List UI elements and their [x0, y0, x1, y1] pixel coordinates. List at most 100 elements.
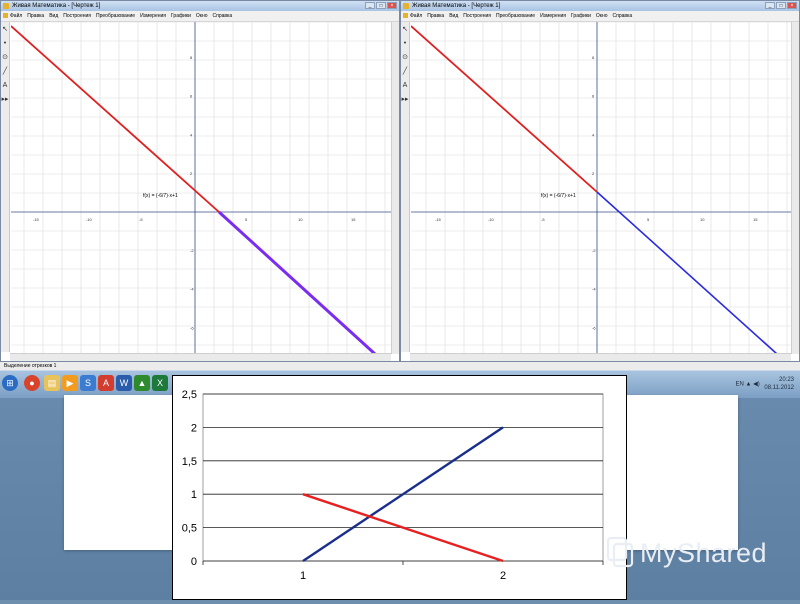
right-menu-bar: Файл Правка Вид Построения Преобразовани…	[401, 11, 799, 22]
language-indicator[interactable]: EN	[735, 382, 743, 388]
menu-file[interactable]: Файл	[410, 13, 422, 19]
menu-construct[interactable]: Построения	[463, 13, 491, 19]
menu-file[interactable]: Файл	[10, 13, 22, 19]
menu-window[interactable]: Окно	[596, 13, 608, 19]
maximize-button[interactable]: □	[376, 2, 386, 9]
compass-tool-icon[interactable]: ⊙	[401, 53, 409, 62]
right-vertical-scrollbar[interactable]	[791, 22, 799, 354]
text-tool-icon[interactable]: A	[401, 81, 409, 90]
left-menu-bar: Файл Правка Вид Построения Преобразовани…	[1, 11, 399, 22]
y-tick-label: 8	[190, 55, 193, 60]
status-bar: Выделение отрезков 1	[0, 362, 800, 370]
logo-icon	[606, 536, 634, 568]
plot-area	[202, 393, 604, 562]
y-tick-label: -4	[190, 287, 194, 292]
document-icon	[403, 13, 408, 18]
word-icon[interactable]: W	[116, 375, 132, 391]
left-app-window: Живая Математика - [Чертеж 1] _ □ × Файл…	[0, 0, 400, 362]
menu-view[interactable]: Вид	[49, 13, 58, 19]
line-chart: 0 0,5 1 1,5 2 2,5 1 2	[182, 389, 604, 582]
left-vertical-scrollbar[interactable]	[391, 22, 399, 354]
menu-window[interactable]: Окно	[196, 13, 208, 19]
x-tick-label: 5	[245, 217, 248, 222]
menu-measure[interactable]: Измерения	[140, 13, 166, 19]
close-button[interactable]: ×	[787, 2, 797, 9]
red-line-segment[interactable]	[411, 25, 598, 193]
point-tool-icon[interactable]: •	[401, 39, 409, 48]
arrow-tool-icon[interactable]: ↖	[401, 25, 409, 34]
media-player-icon[interactable]: ▶	[62, 375, 78, 391]
document-icon	[3, 13, 8, 18]
right-tool-palette: ↖ • ⊙ ╱ A ▸▸	[401, 22, 410, 352]
menu-graphs[interactable]: Графики	[571, 13, 591, 19]
x-tick-label: 2	[500, 570, 506, 582]
left-sketch-canvas[interactable]: -15 -10 -5 5 10 15 8 6 4 2 -2 -4 -6 f(x) = (-6/7)·x+…	[11, 22, 393, 354]
red-line-segment[interactable]	[11, 25, 220, 213]
y-tick-label: 0	[191, 556, 197, 568]
right-graph-svg: -15 -10 -5 5 10 158642-2-4-6 f(x) = (-6/7)·x+…	[411, 22, 793, 354]
start-button[interactable]: ⊞	[2, 375, 18, 391]
excel-chart: 0 0,5 1 1,5 2 2,5 1 2	[172, 375, 627, 600]
line-tool-icon[interactable]: ╱	[1, 67, 9, 76]
minimize-button[interactable]: _	[765, 2, 775, 9]
menu-graphs[interactable]: Графики	[171, 13, 191, 19]
y-tick-label: 1,5	[182, 456, 197, 468]
blue-line-segment[interactable]	[596, 191, 778, 354]
left-horizontal-scrollbar[interactable]	[10, 353, 391, 361]
text-tool-icon[interactable]: A	[1, 81, 9, 90]
right-app-window: Живая Математика - [Чертеж 1] _ □ × Файл…	[400, 0, 800, 362]
menu-transform[interactable]: Преобразование	[96, 13, 135, 19]
menu-view[interactable]: Вид	[449, 13, 458, 19]
menu-help[interactable]: Справка	[213, 13, 233, 19]
grid	[411, 22, 793, 354]
system-tray: EN ▲ ◀) 20:23 08.11.2012	[735, 376, 794, 392]
y-tick-label: 4	[592, 132, 595, 137]
x-tick-label: -10	[488, 217, 495, 222]
right-title-bar: Живая Математика - [Чертеж 1] _ □ ×	[401, 1, 799, 11]
right-window-title: Живая Математика - [Чертеж 1]	[412, 3, 501, 9]
x-tick-label: 10	[700, 217, 705, 222]
purple-line-segment[interactable]	[217, 210, 377, 354]
y-tick-label: 0,5	[182, 523, 197, 535]
x-tick-label: -10	[86, 217, 93, 222]
myshared-logo: MyShared	[604, 536, 767, 570]
custom-tool-icon[interactable]: ▸▸	[401, 95, 409, 104]
x-tick-label: 1	[300, 570, 306, 582]
y-tick-label: 2,5	[182, 389, 197, 401]
menu-edit[interactable]: Правка	[27, 13, 44, 19]
minimize-button[interactable]: _	[365, 2, 375, 9]
excel-icon[interactable]: X	[152, 375, 168, 391]
menu-transform[interactable]: Преобразование	[496, 13, 535, 19]
app-icon	[403, 3, 409, 9]
line-tool-icon[interactable]: ╱	[401, 67, 409, 76]
menu-construct[interactable]: Построения	[63, 13, 91, 19]
x-tick-label: 10	[298, 217, 303, 222]
geometry-app-icon[interactable]: ▲	[134, 375, 150, 391]
logo-text: MyShared	[640, 537, 768, 568]
x-tick-label: 15	[753, 217, 758, 222]
volume-icon[interactable]: ◀)	[753, 382, 760, 388]
x-tick-label: 5	[647, 217, 650, 222]
chrome-icon[interactable]: ●	[24, 375, 40, 391]
skype-icon[interactable]: S	[80, 375, 96, 391]
menu-edit[interactable]: Правка	[427, 13, 444, 19]
tray-arrow-icon[interactable]: ▲	[745, 382, 751, 388]
file-manager-icon[interactable]: ▤	[44, 375, 60, 391]
menu-help[interactable]: Справка	[613, 13, 633, 19]
arrow-tool-icon[interactable]: ↖	[1, 25, 9, 34]
maximize-button[interactable]: □	[776, 2, 786, 9]
point-tool-icon[interactable]: •	[1, 39, 9, 48]
left-title-bar: Живая Математика - [Чертеж 1] _ □ ×	[1, 1, 399, 11]
custom-tool-icon[interactable]: ▸▸	[1, 95, 9, 104]
adobe-reader-icon[interactable]: A	[98, 375, 114, 391]
close-button[interactable]: ×	[387, 2, 397, 9]
y-tick-label: -2	[592, 248, 596, 253]
x-tick-label: -15	[435, 217, 442, 222]
menu-measure[interactable]: Измерения	[540, 13, 566, 19]
right-sketch-canvas[interactable]: -15 -10 -5 5 10 15 8 6 4 2 -2 -4 -6 f(x) = (-6/7)·x+…	[411, 22, 793, 354]
compass-tool-icon[interactable]: ⊙	[1, 53, 9, 62]
formula-label: f(x) = (-6/7)·x+1	[541, 193, 576, 199]
right-horizontal-scrollbar[interactable]	[410, 353, 791, 361]
x-tick-label: -5	[139, 217, 143, 222]
y-tick-label: 4	[190, 132, 193, 137]
